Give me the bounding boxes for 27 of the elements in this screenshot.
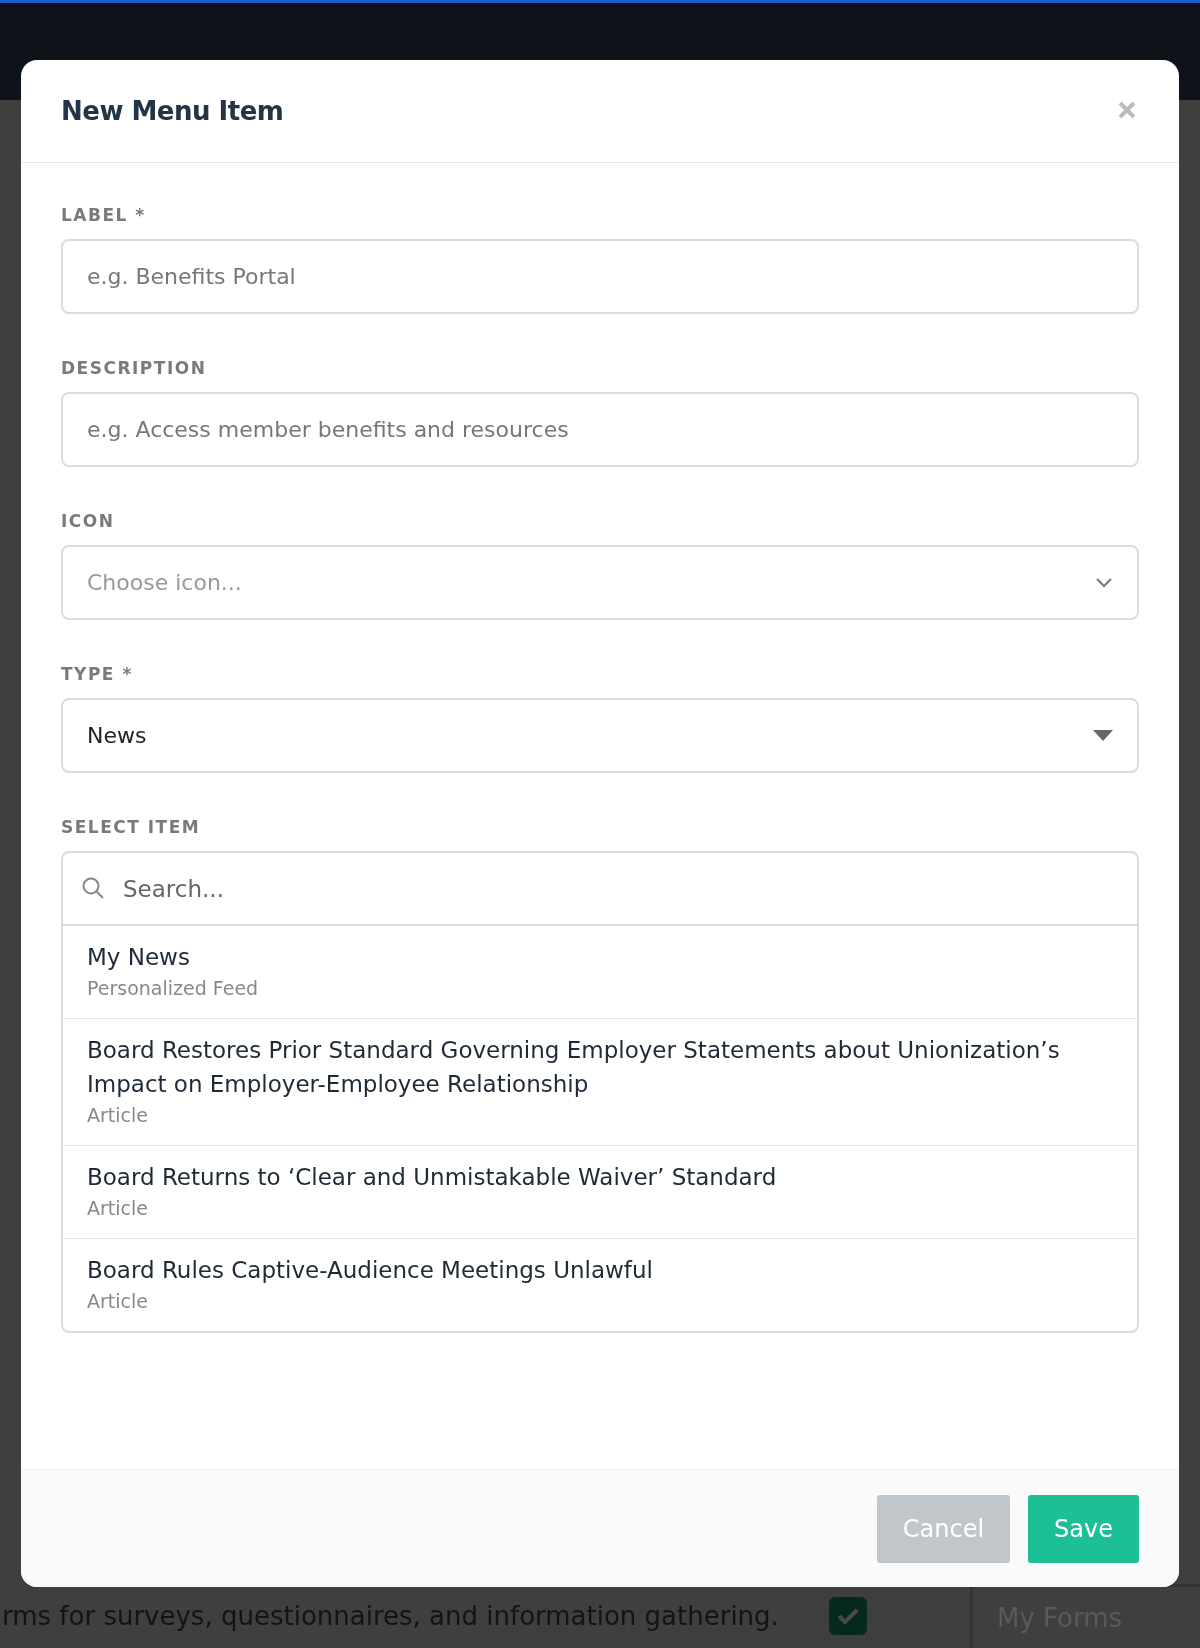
checkbox[interactable]	[828, 1597, 867, 1635]
result-type: Article	[87, 1196, 149, 1221]
chevron-down-icon	[1095, 577, 1113, 588]
result-type: Personalized Feed	[87, 976, 260, 1001]
result-title: Board Restores Prior Standard Governing Employer Statements about Unionization’s Impact on Employer-Employee Relationship	[87, 1036, 1061, 1099]
search-field[interactable]: Search...	[61, 851, 1139, 926]
field-label: SELECT ITEM	[61, 817, 202, 837]
type-select-field[interactable]: News	[61, 698, 1139, 773]
result-item[interactable]: Board Restores Prior Standard Governing Employer Statements about Unionization’s Impact on Employer-Employee Relationship Article	[63, 1018, 1137, 1145]
caret-down-icon	[1093, 730, 1113, 741]
result-type: Article	[87, 1289, 149, 1314]
text-input-field[interactable]: e.g. Access member benefits and resources	[61, 392, 1139, 467]
result-item[interactable]: My News Personalized Feed	[63, 926, 1137, 1018]
result-type: Article	[87, 1103, 149, 1128]
text-input-field[interactable]: e.g. Benefits Portal	[61, 239, 1139, 314]
result-title: Board Returns to ‘Clear and Unmistakable Waiver’ Standard	[87, 1163, 778, 1192]
result-title: Board Rules Captive-Audience Meetings Unlawful	[87, 1256, 654, 1285]
field-label: TYPE *	[61, 664, 134, 684]
result-title: My News	[87, 943, 191, 972]
field-label: DESCRIPTION	[61, 358, 208, 378]
field-label: LABEL *	[61, 205, 147, 225]
field-label: ICON	[61, 511, 116, 531]
search-icon	[81, 876, 105, 900]
result-item[interactable]: Board Returns to ‘Clear and Unmistakable Waiver’ Standard Article	[63, 1145, 1137, 1238]
check-icon	[836, 1608, 859, 1624]
result-item[interactable]: Board Rules Captive-Audience Meetings Unlawful Article	[63, 1238, 1137, 1331]
dialog-title: New Menu Item	[61, 96, 284, 126]
